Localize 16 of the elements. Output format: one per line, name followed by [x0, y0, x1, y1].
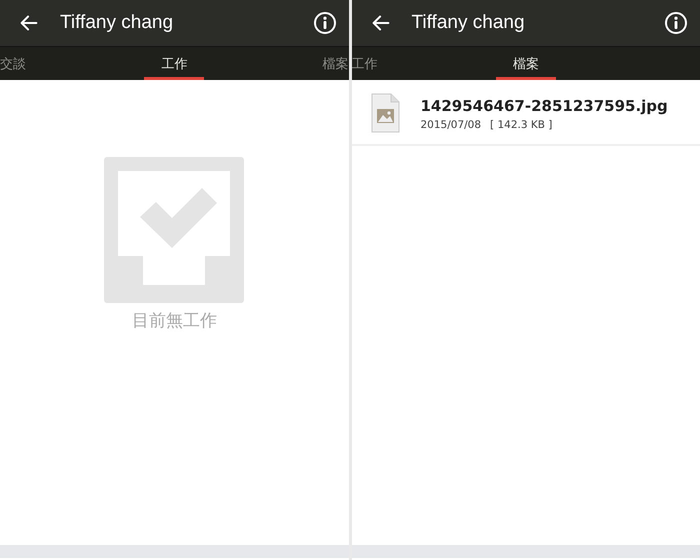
contact-name: Tiffany chang: [60, 12, 174, 34]
file-row[interactable]: 1429546467-2851237595.jpg 2015/07/08 [ 142.3 KB ]: [352, 80, 700, 146]
tab[interactable]: 交談: [0, 47, 26, 80]
file-name: 1429546467-2851237595.jpg: [420, 96, 668, 114]
image-file-icon: [370, 93, 400, 134]
tab[interactable]: 檔案: [496, 47, 556, 80]
empty-message: 目前無工作: [132, 310, 217, 332]
file-size: [ 142.3 KB ]: [490, 118, 552, 130]
tab[interactable]: 工作: [144, 47, 204, 80]
info-icon[interactable]: [664, 11, 688, 35]
contact-name: Tiffany chang: [412, 12, 526, 34]
info-icon[interactable]: [312, 11, 336, 35]
tab[interactable]: 檔案: [322, 47, 348, 80]
file-date: 2015/07/08: [420, 118, 482, 130]
tab[interactable]: 工作: [352, 47, 378, 80]
empty-tasks-icon: [104, 157, 244, 303]
